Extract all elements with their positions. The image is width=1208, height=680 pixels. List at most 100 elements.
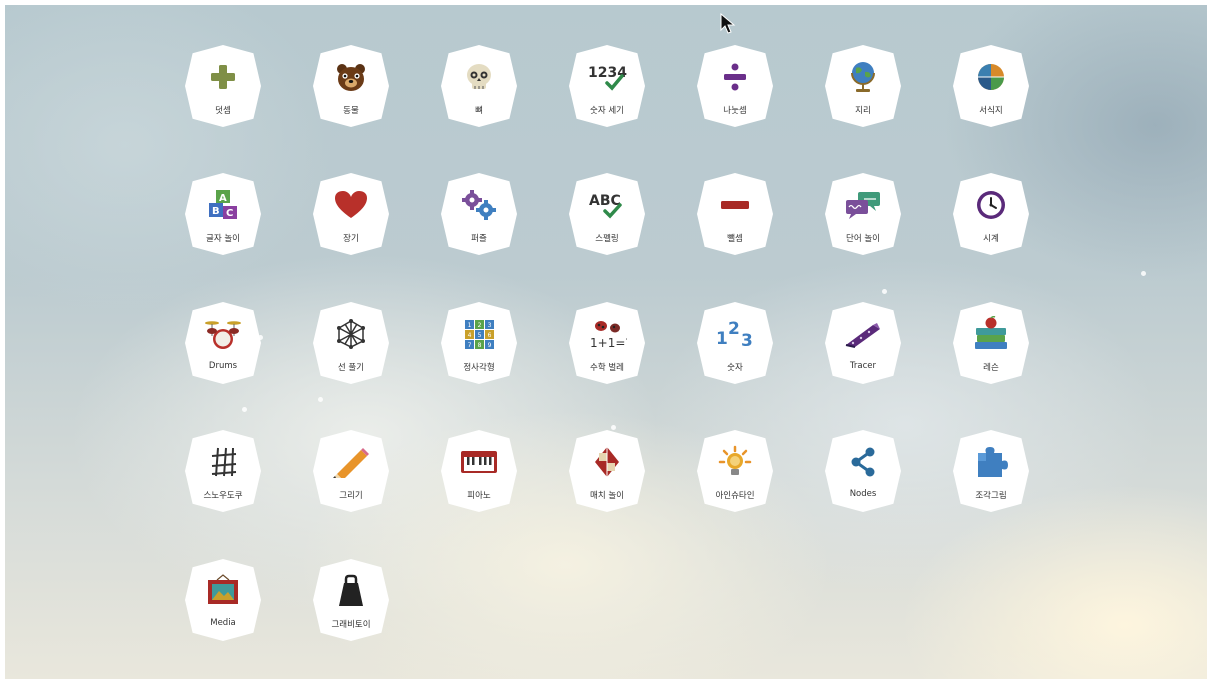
app-tile-label: 퍼즐 — [471, 234, 487, 244]
app-tile-17[interactable]: 1 2 3 4 5 6 7 8 9 정사각형 — [441, 302, 517, 384]
abc-check-icon: ABC — [587, 186, 627, 224]
globe-icon — [843, 58, 883, 96]
app-tile-15[interactable]: Drums — [185, 302, 261, 384]
app-tile-label: 피아노 — [467, 491, 491, 501]
app-tile-label: 덧셈 — [215, 106, 231, 116]
svg-text:3: 3 — [741, 331, 753, 350]
books-apple-icon — [971, 315, 1011, 353]
app-tile-29[interactable]: Media — [185, 559, 261, 641]
piano-icon — [459, 443, 499, 481]
app-tile-label: 선 풀기 — [337, 363, 365, 373]
app-tile-2[interactable]: 동물 — [313, 45, 389, 127]
app-tile-label: 시계 — [983, 234, 999, 244]
app-tile-label: 숫자 — [727, 363, 743, 373]
skull-icon — [459, 58, 499, 96]
app-tile-label: 정사각형 — [463, 363, 495, 373]
number-grid-icon: 123 456 789 — [459, 315, 499, 353]
one-two-three-icon: 123 — [715, 315, 755, 353]
share-nodes-icon — [843, 443, 883, 481]
svg-text:1+1=?: 1+1=? — [590, 336, 627, 350]
svg-text:8: 8 — [478, 342, 482, 349]
sparkle — [258, 335, 263, 340]
app-tile-label: 지리 — [855, 106, 871, 116]
app-tile-8[interactable]: A B C 글자 놀이 — [185, 173, 261, 255]
app-tile-label: 뺄셈 — [727, 234, 743, 244]
svg-text:5: 5 — [478, 332, 482, 339]
app-tile-26[interactable]: 아인슈타인 — [697, 430, 773, 512]
app-tile-label: Tracer — [849, 361, 877, 371]
app-tile-label: 조각그림 — [975, 491, 1007, 501]
numbers-check-icon: 1234 — [587, 58, 627, 96]
app-tile-22[interactable]: 스노우도쿠 — [185, 430, 261, 512]
app-tile-21[interactable]: 레슨 — [953, 302, 1029, 384]
app-tile-14[interactable]: 시계 — [953, 173, 1029, 255]
app-tile-label: 스노우도쿠 — [203, 491, 243, 501]
sparkle — [318, 397, 323, 402]
app-tile-label: 나눗셈 — [723, 106, 747, 116]
app-tile-label: 동물 — [343, 106, 359, 116]
app-tile-13[interactable]: 단어 놀이 — [825, 173, 901, 255]
app-tile-5[interactable]: 나눗셈 — [697, 45, 773, 127]
svg-text:2: 2 — [728, 319, 740, 339]
svg-text:B: B — [212, 206, 220, 217]
app-tile-7[interactable]: 서식지 — [953, 45, 1029, 127]
mouse-cursor-icon — [720, 13, 736, 34]
heart-icon — [331, 186, 371, 224]
svg-text:ABC: ABC — [589, 193, 621, 209]
app-tile-27[interactable]: Nodes — [825, 430, 901, 512]
pencil-icon — [331, 443, 371, 481]
letter-blocks-icon: ABC — [203, 186, 243, 224]
app-tile-19[interactable]: 1 2 3 숫자 — [697, 302, 773, 384]
app-tile-12[interactable]: 뺄셈 — [697, 173, 773, 255]
drums-icon — [203, 315, 243, 353]
app-tile-30[interactable]: 그래비토이 — [313, 559, 389, 641]
app-tile-label: Nodes — [849, 489, 877, 499]
launcher-background: 덧셈 동물 뼈 1234 숫자 세기 나눗셈 지리 서식지 A B C 글자 놀이 장기 퍼즐 ABC 스펠링… — [5, 5, 1207, 679]
lightbulb-icon — [715, 443, 755, 481]
svg-text:4: 4 — [468, 332, 472, 339]
app-tile-label: 뼈 — [475, 106, 483, 116]
svg-text:7: 7 — [468, 342, 472, 349]
sparkle — [242, 407, 247, 412]
app-tile-label: 스펠링 — [595, 234, 619, 244]
app-tile-label: 서식지 — [979, 106, 1003, 116]
sparkle — [611, 425, 616, 430]
speech-bubbles-icon — [843, 186, 883, 224]
app-tile-16[interactable]: 선 풀기 — [313, 302, 389, 384]
app-tile-6[interactable]: 지리 — [825, 45, 901, 127]
app-tile-25[interactable]: 매치 놀이 — [569, 430, 645, 512]
divide-icon — [715, 58, 755, 96]
app-tile-24[interactable]: 피아노 — [441, 430, 517, 512]
tracer-icon — [843, 315, 883, 353]
sparkle — [1141, 271, 1146, 276]
svg-text:1: 1 — [716, 329, 728, 349]
app-tile-label: 글자 놀이 — [206, 234, 240, 244]
app-tile-label: 단어 놀이 — [846, 234, 880, 244]
ladybug-math-icon: 1+1=? — [587, 315, 627, 353]
app-tile-18[interactable]: 1+1=? 수학 벌레 — [569, 302, 645, 384]
app-tile-1[interactable]: 덧셈 — [185, 45, 261, 127]
minus-icon — [715, 186, 755, 224]
app-tile-label: 숫자 세기 — [590, 106, 624, 116]
app-tile-10[interactable]: 퍼즐 — [441, 173, 517, 255]
app-tile-28[interactable]: 조각그림 — [953, 430, 1029, 512]
svg-text:1: 1 — [468, 322, 472, 329]
plus-icon — [203, 58, 243, 96]
app-tile-label: 그리기 — [339, 491, 363, 501]
weight-icon — [331, 572, 371, 610]
line-web-icon — [331, 315, 371, 353]
bear-icon — [331, 58, 371, 96]
app-tile-label: 매치 놀이 — [590, 491, 624, 501]
clock-icon — [971, 186, 1011, 224]
svg-text:A: A — [219, 193, 227, 204]
app-tile-23[interactable]: 그리기 — [313, 430, 389, 512]
svg-text:C: C — [226, 208, 233, 219]
app-tile-4[interactable]: 1234 숫자 세기 — [569, 45, 645, 127]
app-tile-9[interactable]: 장기 — [313, 173, 389, 255]
app-tile-20[interactable]: Tracer — [825, 302, 901, 384]
app-tile-label: Drums — [208, 361, 238, 371]
app-tile-3[interactable]: 뼈 — [441, 45, 517, 127]
gears-icon — [459, 186, 499, 224]
app-tile-label: Media — [210, 618, 236, 628]
app-tile-11[interactable]: ABC 스펠링 — [569, 173, 645, 255]
